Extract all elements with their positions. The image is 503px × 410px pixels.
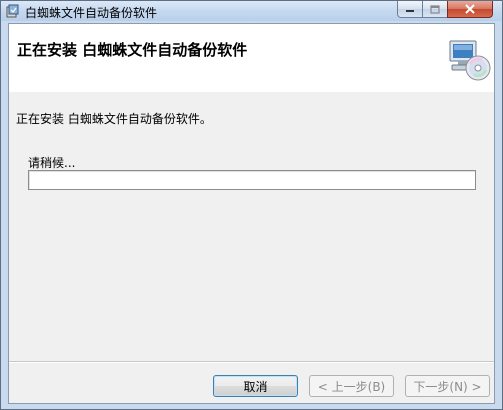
cancel-button[interactable]: 取消 bbox=[213, 375, 298, 397]
header-divider bbox=[9, 91, 494, 92]
installer-app-icon bbox=[6, 4, 19, 18]
close-button[interactable] bbox=[447, 1, 493, 18]
install-status-text: 正在安装 白蜘蛛文件自动备份软件。 bbox=[16, 112, 212, 126]
maximize-button[interactable] bbox=[422, 1, 448, 18]
window-title: 白蜘蛛文件自动备份软件 bbox=[25, 6, 158, 20]
install-progress-bar bbox=[28, 170, 476, 190]
installer-client-area: 正在安装 白蜘蛛文件自动备份软件 正在安装 白蜘蛛文件自动备份软件。 请稍候..… bbox=[8, 23, 495, 404]
close-icon bbox=[465, 4, 475, 14]
wizard-header: 正在安装 白蜘蛛文件自动备份软件 bbox=[9, 24, 494, 92]
back-button[interactable]: < 上一步(B) bbox=[309, 375, 394, 397]
minimize-button[interactable] bbox=[397, 1, 423, 18]
minimize-icon bbox=[406, 10, 414, 12]
please-wait-label: 请稍候... bbox=[28, 156, 76, 170]
title-bar[interactable]: 白蜘蛛文件自动备份软件 bbox=[1, 1, 502, 21]
footer-divider-highlight bbox=[9, 362, 494, 363]
page-title: 正在安装 白蜘蛛文件自动备份软件 bbox=[17, 41, 248, 59]
installer-window: 白蜘蛛文件自动备份软件 正在安装 白蜘蛛文件自动备份软件 正在安装 白蜘蛛文件自… bbox=[0, 0, 503, 410]
maximize-icon bbox=[430, 4, 440, 14]
next-button[interactable]: 下一步(N) > bbox=[405, 375, 490, 397]
computer-cd-icon bbox=[449, 40, 491, 81]
